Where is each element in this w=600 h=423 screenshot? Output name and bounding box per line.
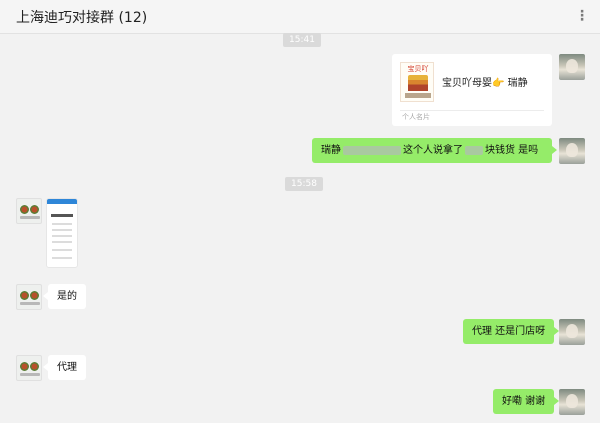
- contact-card-type: 个人名片: [402, 113, 430, 121]
- redacted-block: [465, 145, 483, 155]
- message-bubble-self[interactable]: 好嘞 谢谢: [493, 389, 560, 414]
- self-avatar[interactable]: [559, 138, 585, 164]
- divider: [400, 110, 544, 111]
- member-avatar[interactable]: [16, 355, 42, 381]
- self-avatar[interactable]: [559, 319, 585, 345]
- chat-header: 上海迪巧对接群 (12) ⋮: [0, 0, 600, 34]
- timestamp: 15:58: [285, 177, 323, 191]
- message-bubble-self[interactable]: 代理 还是门店呀: [463, 319, 560, 344]
- chat-title: 上海迪巧对接群 (12): [16, 10, 148, 26]
- contact-card-message[interactable]: 宝贝吖 宝贝吖母婴👉 瑞静 个人名片: [392, 54, 552, 126]
- contact-card-avatar: 宝贝吖: [400, 62, 434, 102]
- palace-graphic: [408, 75, 428, 91]
- brand-logo-text: 宝贝吖: [407, 65, 429, 73]
- message-bubble-other[interactable]: 代理: [43, 355, 86, 380]
- message-bubble-other[interactable]: 是的: [43, 284, 86, 309]
- contact-card-name: 宝贝吖母婴👉 瑞静: [442, 78, 528, 89]
- ellipsis-icon[interactable]: ⋮: [574, 8, 590, 24]
- member-avatar[interactable]: [16, 198, 42, 224]
- self-avatar[interactable]: [559, 54, 585, 80]
- image-message[interactable]: [46, 198, 78, 268]
- self-avatar[interactable]: [559, 389, 585, 415]
- timestamp: 15:41: [283, 33, 321, 47]
- message-bubble-self[interactable]: 瑞静 这个人说拿了 块钱货 是吗: [312, 138, 557, 163]
- member-avatar[interactable]: [16, 284, 42, 310]
- redacted-block: [343, 145, 401, 155]
